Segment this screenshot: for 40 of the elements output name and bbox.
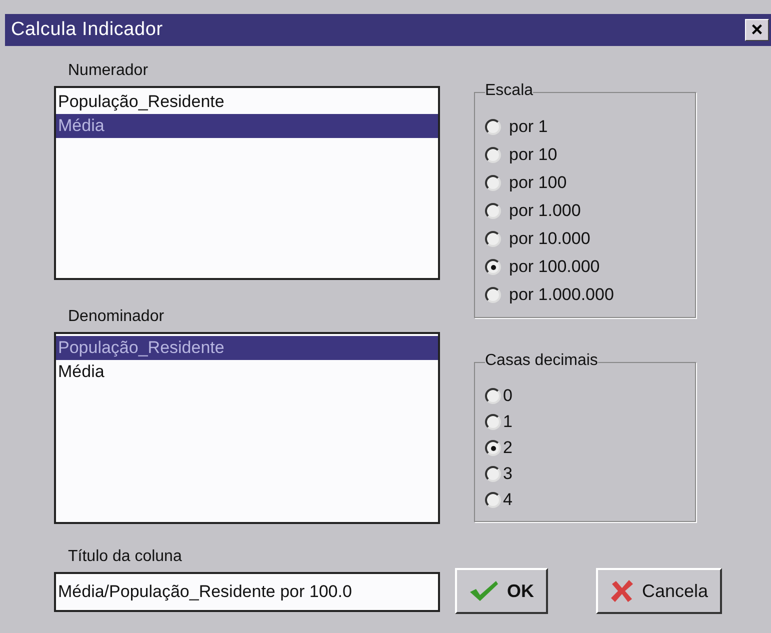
radio-button[interactable] — [485, 414, 501, 430]
list-label: Denominador — [68, 308, 166, 326]
ok-button[interactable]: OK — [455, 568, 548, 614]
radio-button[interactable] — [485, 203, 501, 219]
radio-button[interactable] — [485, 287, 501, 303]
radio-option[interactable]: 2 — [485, 435, 695, 461]
radio-button[interactable] — [485, 466, 501, 482]
radio-button[interactable] — [485, 119, 501, 135]
radio-button[interactable] — [485, 440, 501, 456]
list-box[interactable]: População_Residente Média — [54, 86, 440, 280]
radio-option[interactable]: por 10.000 — [485, 225, 695, 253]
radio-option[interactable]: 3 — [485, 461, 695, 487]
checkmark-icon — [469, 580, 499, 602]
radio-option[interactable]: 0 — [485, 383, 695, 409]
radio-button[interactable] — [485, 492, 501, 508]
list-label: Numerador — [68, 62, 150, 80]
radio-option[interactable]: 1 — [485, 409, 695, 435]
list-item[interactable]: População_Residente — [56, 90, 438, 114]
radio-option[interactable]: por 10 — [485, 141, 695, 169]
radio-button[interactable] — [485, 147, 501, 163]
column-title-field[interactable]: Média/População_Residente por 100.0 — [54, 572, 440, 612]
list-item[interactable]: População_Residente — [56, 336, 438, 360]
radio-button[interactable] — [485, 388, 501, 404]
radio-option[interactable]: por 100.000 — [485, 253, 695, 281]
radio-option[interactable]: por 1.000.000 — [485, 281, 695, 309]
cross-icon — [610, 579, 634, 603]
radio-option[interactable]: por 1 — [485, 113, 695, 141]
list-item[interactable]: Média — [56, 360, 438, 384]
radio-button[interactable] — [485, 175, 501, 191]
radio-option[interactable]: 4 — [485, 487, 695, 513]
list-item[interactable]: Média — [56, 114, 438, 138]
radio-button[interactable] — [485, 231, 501, 247]
field-label: Título da coluna — [68, 548, 183, 566]
radio-button[interactable] — [485, 259, 501, 275]
cancel-button[interactable]: Cancela — [596, 568, 722, 614]
list-box[interactable]: População_Residente Média — [54, 332, 440, 524]
radio-option[interactable]: por 100 — [485, 169, 695, 197]
radio-option[interactable]: por 1.000 — [485, 197, 695, 225]
window-title: Calcula Indicador — [11, 19, 163, 41]
close-button[interactable]: × — [745, 19, 769, 41]
